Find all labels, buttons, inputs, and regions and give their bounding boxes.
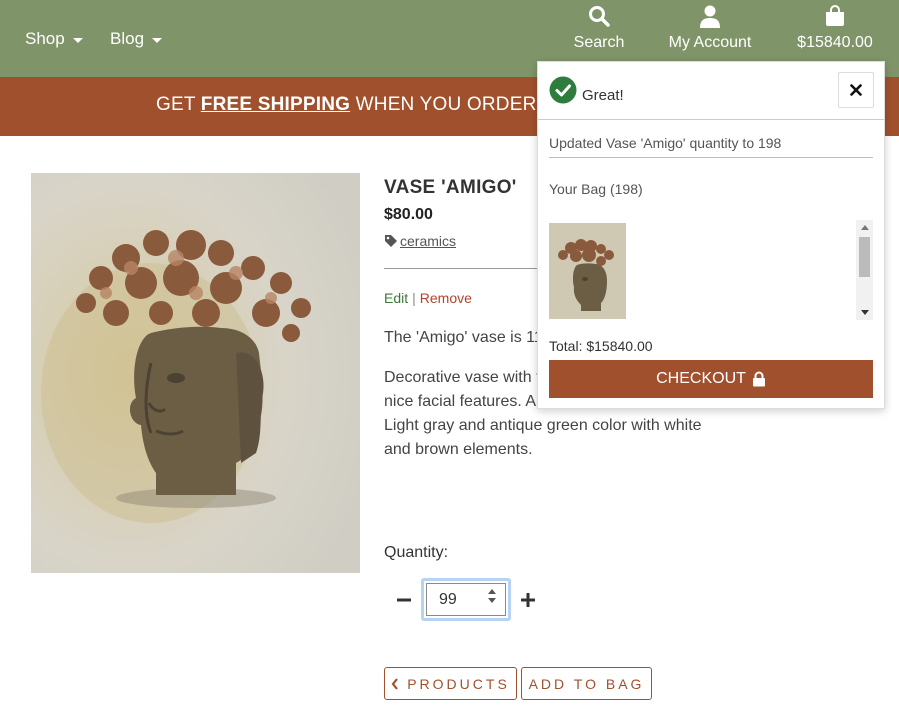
category-link[interactable]: ceramics [400,233,456,249]
quantity-label: Quantity: [384,544,449,561]
products-button-label: PRODUCTS [407,675,510,692]
checkout-button[interactable]: CHECKOUT [549,360,873,398]
product-tag[interactable]: ceramics [384,233,456,249]
add-to-bag-button[interactable]: ADD TO BAG [521,667,652,700]
bag-scrollbar[interactable] [856,220,873,320]
banner-highlight: FREE SHIPPING [200,94,351,115]
admin-links: Edit | Remove [384,290,472,306]
check-circle-icon [549,76,577,104]
spin-up-icon[interactable] [488,589,496,594]
product-price: $80.00 [384,206,433,223]
product-image [31,173,360,573]
search-link[interactable]: Search [574,4,624,52]
close-icon [850,84,862,96]
toast-total: Total: $15840.00 [549,338,653,354]
checkout-label: CHECKOUT [656,370,746,387]
banner-prefix: GET [156,94,201,115]
shop-menu[interactable]: Shop [25,29,83,49]
toast-message: Updated Vase 'Amigo' quantity to 198 [549,135,873,158]
product-name: VASE 'AMIGO' [384,177,517,198]
description-line: and brown elements. [384,441,533,458]
shop-menu-label: Shop [25,29,65,48]
remove-link[interactable]: Remove [420,290,472,306]
minus-icon [397,598,411,602]
my-account-link[interactable]: My Account [666,4,754,52]
separator: | [412,290,416,306]
quantity-input-focus-ring: 99 [421,578,511,621]
lock-icon [752,371,765,387]
toast-header: Great! [538,62,884,120]
scrollbar-thumb[interactable] [859,237,870,277]
scroll-down-icon[interactable] [861,310,869,315]
shopping-bag-icon [826,5,844,26]
tag-icon [385,235,397,247]
bag-item-thumbnail [549,223,626,319]
increment-button[interactable] [514,586,542,614]
decrement-button[interactable] [390,586,418,614]
caret-down-icon [72,37,83,43]
products-button[interactable]: PRODUCTS [384,667,517,700]
close-button[interactable] [838,72,874,108]
scroll-up-icon[interactable] [861,225,869,230]
blog-menu[interactable]: Blog [110,29,163,49]
description-line: Light gray and antique green color with … [384,417,702,434]
blog-menu-label: Blog [110,29,145,48]
bag-items-list[interactable] [549,220,873,320]
chevron-left-icon [391,677,399,690]
bag-total: $15840.00 [797,34,873,51]
quantity-spinner[interactable] [488,589,496,603]
search-icon [589,6,610,27]
edit-link[interactable]: Edit [384,290,408,306]
bag-count: Your Bag (198) [549,181,643,197]
caret-down-icon [152,37,163,43]
toast-title: Great! [582,87,624,104]
add-to-bag-label: ADD TO BAG [528,675,645,692]
quantity-value: 99 [439,591,457,608]
spin-down-icon[interactable] [488,598,496,603]
search-label: Search [573,34,625,51]
shopping-bag-link[interactable]: $15840.00 [795,4,875,52]
user-icon [700,5,720,28]
my-account-label: My Account [668,34,752,51]
bag-toast: Great! Updated Vase 'Amigo' quantity to … [537,61,885,409]
plus-icon [521,593,535,607]
